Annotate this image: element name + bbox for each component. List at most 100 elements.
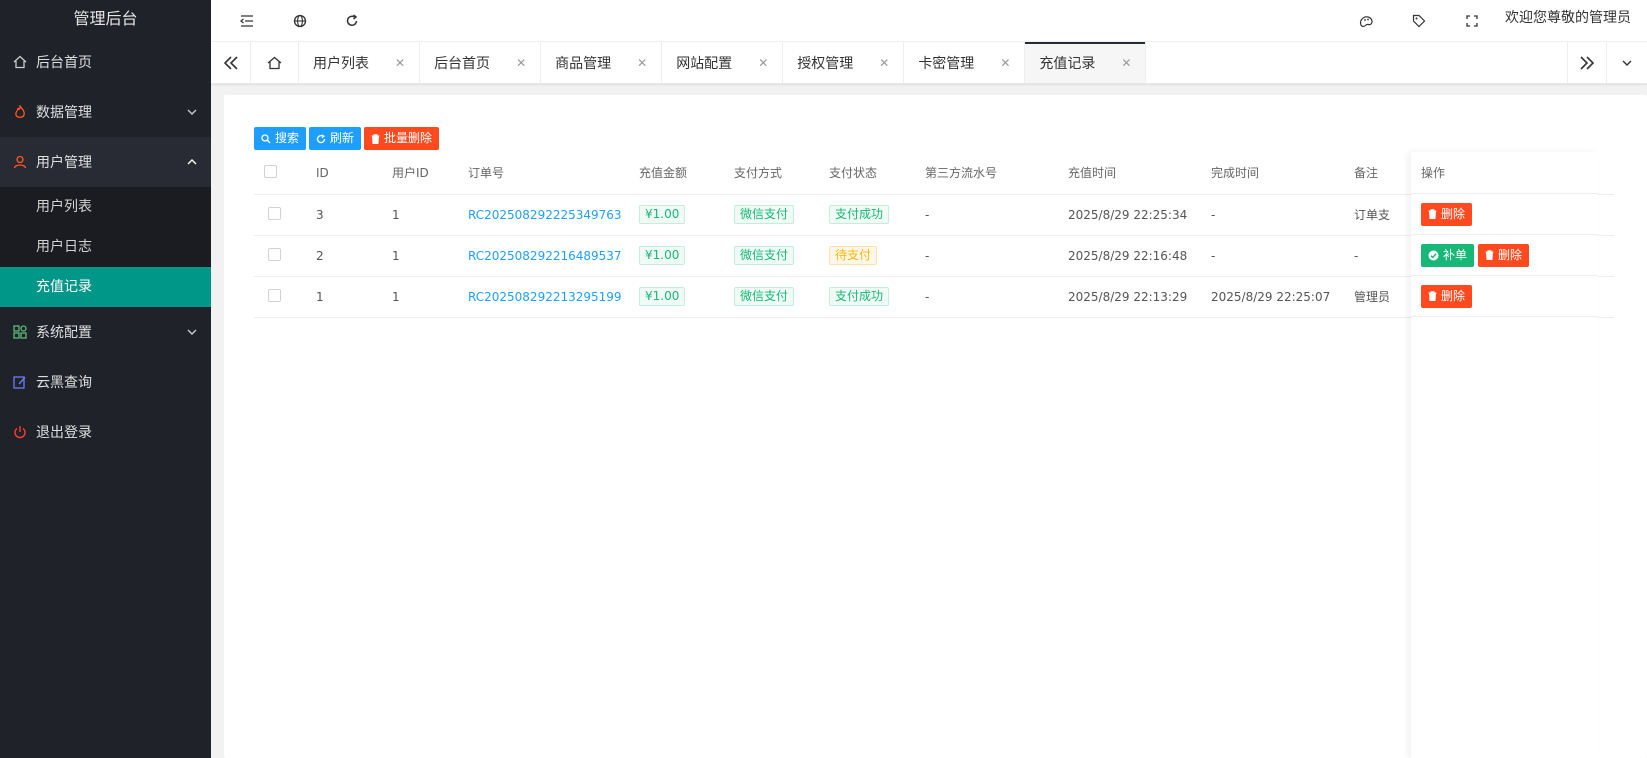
tab-dashboard[interactable]: 后台首页 ✕ bbox=[420, 42, 542, 83]
trash-icon bbox=[1428, 209, 1437, 219]
col-finished-time[interactable]: 完成时间 bbox=[1211, 152, 1354, 195]
pay-method-badge: 微信支付 bbox=[734, 205, 795, 224]
delete-button[interactable]: 删除 bbox=[1421, 284, 1473, 308]
power-icon bbox=[12, 424, 28, 440]
close-icon[interactable]: ✕ bbox=[1121, 56, 1131, 70]
select-all-checkbox[interactable] bbox=[264, 164, 277, 178]
cell-user-id: 1 bbox=[392, 235, 468, 277]
refresh-icon bbox=[316, 133, 326, 143]
apps-icon bbox=[12, 324, 28, 340]
nav-user-management[interactable]: 用户管理 bbox=[0, 137, 211, 187]
tab-product-management[interactable]: 商品管理 ✕ bbox=[541, 42, 663, 83]
fire-icon bbox=[12, 104, 28, 120]
close-icon[interactable]: ✕ bbox=[758, 56, 768, 70]
nav-cloud-blacklist[interactable]: 云黑查询 bbox=[0, 357, 211, 407]
status-badge: 支付成功 bbox=[829, 287, 890, 306]
col-created-time[interactable]: 充值时间 bbox=[1068, 152, 1211, 195]
delete-button-label: 删除 bbox=[1441, 288, 1466, 303]
theme-palette-icon[interactable] bbox=[1355, 10, 1377, 32]
cell-order-no[interactable]: RC202508292213295199 bbox=[468, 290, 622, 304]
chevron-down-icon bbox=[187, 325, 197, 341]
delete-button[interactable]: 删除 bbox=[1421, 202, 1473, 226]
tab-card-management[interactable]: 卡密管理 ✕ bbox=[904, 42, 1026, 83]
tab-recharge-records[interactable]: 充值记录 ✕ bbox=[1025, 42, 1147, 83]
check-circle-icon bbox=[1428, 250, 1439, 260]
user-management-submenu: 用户列表 用户日志 充值记录 bbox=[0, 187, 211, 307]
cell-order-no[interactable]: RC202508292225349763 bbox=[468, 208, 622, 222]
table-header-row: ID 用户ID 订单号 充值金额 支付方式 支付状态 第三方流水号 充值时间 完… bbox=[254, 152, 1614, 195]
nav-user-management-label: 用户管理 bbox=[36, 155, 92, 171]
status-badge: 支付成功 bbox=[829, 205, 890, 224]
amount-badge: ¥1.00 bbox=[639, 287, 686, 306]
sidebar: 管理后台 后台首页 数据管理 用户管理 用户列表 用户日志 充值记录 系统配置 … bbox=[0, 0, 211, 758]
cell-order-no[interactable]: RC202508292216489537 bbox=[468, 249, 622, 263]
col-amount[interactable]: 充值金额 bbox=[639, 152, 734, 195]
close-icon[interactable]: ✕ bbox=[1000, 56, 1010, 70]
cell-user-id: 1 bbox=[392, 194, 468, 236]
table-row: 1 1 RC202508292213295199 ¥1.00 微信支付 支付成功… bbox=[254, 276, 1614, 318]
cell-trade-no: - bbox=[925, 276, 1068, 318]
tabs-scroll-right-icon[interactable] bbox=[1567, 42, 1607, 83]
actions-row: 删除 bbox=[1411, 194, 1598, 235]
tab-license-management[interactable]: 授权管理 ✕ bbox=[783, 42, 905, 83]
chevron-down-icon bbox=[187, 105, 197, 121]
cell-id: 2 bbox=[316, 235, 392, 277]
user-icon bbox=[12, 154, 28, 170]
tab-label: 卡密管理 bbox=[918, 55, 975, 72]
subnav-recharge-records[interactable]: 充值记录 bbox=[0, 267, 211, 307]
home-icon bbox=[267, 56, 282, 69]
batch-delete-button[interactable]: 批量删除 bbox=[364, 127, 440, 150]
cell-finished-time: - bbox=[1211, 235, 1354, 277]
tab-label: 授权管理 bbox=[797, 55, 854, 72]
amount-badge: ¥1.00 bbox=[639, 205, 686, 224]
nav-dashboard[interactable]: 后台首页 bbox=[0, 37, 211, 87]
row-checkbox[interactable] bbox=[268, 247, 281, 261]
home-icon bbox=[12, 54, 28, 70]
col-pay-status[interactable]: 支付状态 bbox=[829, 152, 925, 195]
pay-method-badge: 微信支付 bbox=[734, 287, 795, 306]
refresh-button-label: 刷新 bbox=[330, 131, 355, 145]
tag-icon[interactable] bbox=[1408, 10, 1430, 32]
cell-created-time: 2025/8/29 22:16:48 bbox=[1068, 235, 1211, 277]
col-trade-no[interactable]: 第三方流水号 bbox=[925, 152, 1068, 195]
top-header: 欢迎您尊敬的管理员 bbox=[211, 0, 1647, 42]
refresh-icon[interactable] bbox=[341, 10, 363, 32]
cell-id: 1 bbox=[316, 276, 392, 318]
refresh-button[interactable]: 刷新 bbox=[309, 127, 362, 150]
close-icon[interactable]: ✕ bbox=[395, 56, 405, 70]
tabs-scroll-left-icon[interactable] bbox=[211, 42, 251, 83]
row-checkbox[interactable] bbox=[268, 206, 281, 220]
delete-button[interactable]: 删除 bbox=[1478, 243, 1530, 267]
close-icon[interactable]: ✕ bbox=[637, 56, 647, 70]
nav-data-management[interactable]: 数据管理 bbox=[0, 87, 211, 137]
cell-finished-time: 2025/8/29 22:25:07 bbox=[1211, 276, 1354, 318]
col-order-no[interactable]: 订单号 bbox=[468, 152, 639, 195]
tab-label: 商品管理 bbox=[555, 55, 612, 72]
col-pay-method[interactable]: 支付方式 bbox=[734, 152, 829, 195]
nav-system-config[interactable]: 系统配置 bbox=[0, 307, 211, 357]
cell-id: 3 bbox=[316, 194, 392, 236]
batch-delete-button-label: 批量删除 bbox=[384, 131, 433, 145]
tab-home[interactable] bbox=[251, 42, 299, 83]
tab-site-config[interactable]: 网站配置 ✕ bbox=[662, 42, 784, 83]
row-checkbox[interactable] bbox=[268, 288, 281, 302]
content-card: 搜索 刷新 批量删除 ID 用户ID 订单号 充值金额 支付方式 支付状态 第三… bbox=[224, 95, 1647, 758]
repair-order-button[interactable]: 补单 bbox=[1421, 243, 1475, 267]
subnav-user-list[interactable]: 用户列表 bbox=[0, 187, 211, 227]
menu-toggle-icon[interactable] bbox=[236, 10, 258, 32]
actions-row: 删除 bbox=[1411, 276, 1598, 317]
globe-icon[interactable] bbox=[289, 10, 311, 32]
cell-trade-no: - bbox=[925, 194, 1068, 236]
search-button[interactable]: 搜索 bbox=[254, 127, 307, 150]
col-id[interactable]: ID bbox=[316, 152, 392, 195]
nav-logout[interactable]: 退出登录 bbox=[0, 407, 211, 457]
close-icon[interactable]: ✕ bbox=[516, 56, 526, 70]
tab-label: 用户列表 bbox=[313, 55, 369, 72]
col-user-id[interactable]: 用户ID bbox=[392, 152, 468, 195]
fullscreen-icon[interactable] bbox=[1461, 10, 1483, 32]
tabs-menu-chevron-down-icon[interactable] bbox=[1607, 42, 1647, 83]
close-icon[interactable]: ✕ bbox=[879, 56, 889, 70]
subnav-user-log[interactable]: 用户日志 bbox=[0, 227, 211, 267]
welcome-text[interactable]: 欢迎您尊敬的管理员 bbox=[1505, 0, 1631, 37]
tab-user-list[interactable]: 用户列表 ✕ bbox=[299, 42, 421, 83]
